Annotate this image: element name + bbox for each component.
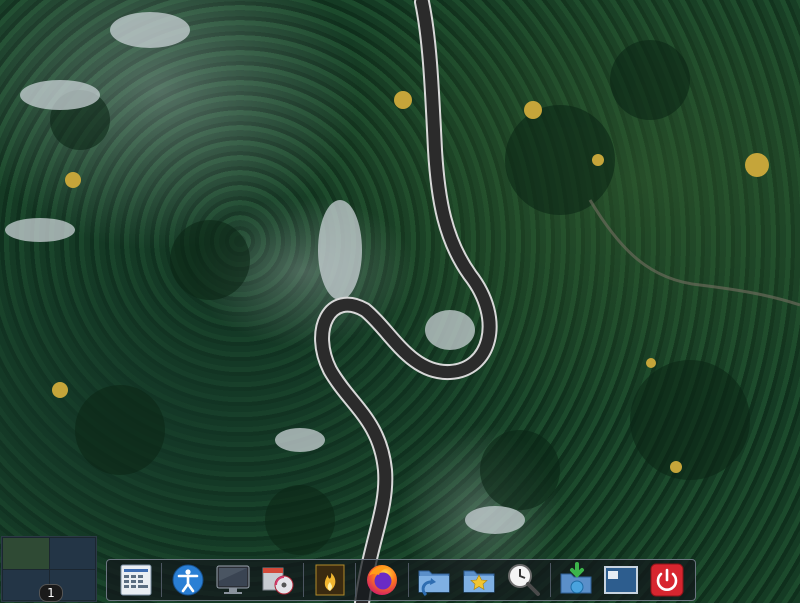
dock-separator: [407, 563, 409, 597]
active-workspace-number: 1: [39, 584, 63, 602]
window-layout-icon[interactable]: [601, 561, 642, 599]
workspace-2[interactable]: [49, 538, 95, 569]
accessibility-icon[interactable]: [167, 561, 208, 599]
folder-star-icon[interactable]: [459, 561, 500, 599]
calculator-table-icon[interactable]: [115, 561, 156, 599]
workspace-pager[interactable]: 1: [1, 536, 97, 602]
download-globe-icon[interactable]: [556, 561, 597, 599]
firefox-icon[interactable]: [361, 561, 402, 599]
monitor-icon[interactable]: [212, 561, 253, 599]
fire-image-icon[interactable]: [309, 561, 350, 599]
dock-separator: [549, 563, 551, 597]
package-cd-icon[interactable]: [257, 561, 298, 599]
clock-search-icon[interactable]: [504, 561, 545, 599]
workspace-1[interactable]: [3, 538, 49, 569]
desktop-wallpaper: [0, 0, 800, 603]
dock-separator: [303, 563, 305, 597]
power-icon[interactable]: [646, 561, 687, 599]
dock-panel: [106, 559, 696, 601]
wallpaper-road-art: [5, 0, 800, 603]
folder-refresh-icon[interactable]: [414, 561, 455, 599]
dock-separator: [355, 563, 357, 597]
dock-separator: [161, 563, 163, 597]
